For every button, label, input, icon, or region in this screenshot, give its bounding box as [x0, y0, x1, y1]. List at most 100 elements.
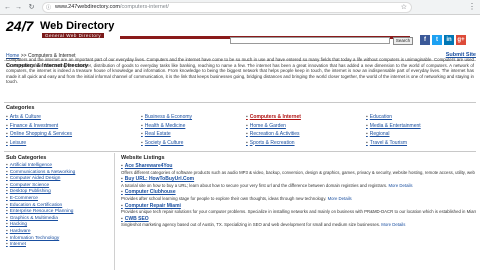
bullet-icon: ▪: [121, 176, 123, 183]
logo-247: 24/7: [6, 18, 34, 34]
listing-title-link[interactable]: ▪ CWB SEO: [121, 216, 476, 223]
address-bar[interactable]: ⓘ www.247webdirectory.com/computers-inte…: [42, 2, 412, 13]
category-link[interactable]: ▪ Health & Medicine: [141, 123, 185, 129]
subcategory-link[interactable]: ▪ E-Commerce: [6, 196, 116, 203]
facebook-icon[interactable]: f: [420, 35, 430, 45]
subcategories-title: Sub Categories: [6, 155, 47, 161]
subcategory-label: Artificial Intelligence: [9, 163, 53, 168]
subcategory-link[interactable]: ▪ Desktop Publishing: [6, 189, 116, 196]
listing-description: Provides unique tech repair solutions fo…: [121, 209, 476, 215]
category-label: Arts & Culture: [9, 114, 41, 120]
subcategory-link[interactable]: ▪ Artificial Intelligence: [6, 163, 116, 170]
category-link[interactable]: ▪ Computers & Internet: [246, 114, 301, 120]
category-link[interactable]: ▪ Arts & Culture: [6, 114, 41, 120]
category-link[interactable]: ▪ Recreation & Activities: [246, 131, 300, 137]
page-info-icon[interactable]: ⓘ: [46, 4, 51, 12]
listing-title-link[interactable]: ▪ Computer Clubhouse: [121, 189, 476, 196]
category-label: Online Shopping & Services: [9, 131, 73, 137]
google-plus-icon[interactable]: g+: [456, 35, 466, 45]
category-label: Leisure: [9, 139, 27, 146]
bullet-icon: ▪: [366, 122, 368, 129]
more-details-link[interactable]: More Details: [328, 196, 352, 201]
category-label: Computers & Internet: [249, 114, 301, 120]
category-label: Health & Medicine: [144, 122, 186, 129]
subcategory-link[interactable]: ▪ Hacking: [6, 222, 116, 229]
reload-icon[interactable]: ↻: [27, 3, 36, 12]
listing-item: ▪ CWB SEO Singleshot marketing agency base…: [121, 216, 476, 228]
listing-description-text: Provides after school learning stage for…: [121, 195, 327, 201]
subcategory-label: Internet: [9, 242, 26, 248]
category-link[interactable]: ▪ Society & Culture: [141, 140, 183, 146]
listing-description-text: A tutorial site on how to buy a URL; lea…: [121, 182, 388, 188]
subcategory-link[interactable]: ▪ Enterprise Resource Planning: [6, 209, 116, 216]
subcategory-link[interactable]: ▪ Internet: [6, 242, 116, 249]
more-details-link[interactable]: More Details: [388, 183, 412, 188]
listing-title: Buy URL: HowToBuyUrl.Com: [124, 176, 195, 183]
bullet-icon: ▪: [6, 222, 8, 228]
category-label: Finance & Investment: [9, 122, 59, 129]
search-button[interactable]: Search: [393, 37, 413, 45]
subcategory-link[interactable]: ▪ Computer Aided Design: [6, 176, 116, 183]
listing-item: ▪ Computer Repair Miami Provides unique te…: [121, 203, 476, 215]
bullet-icon: ▪: [246, 122, 248, 129]
category-link[interactable]: ▪ Finance & Investment: [6, 123, 58, 129]
category-label: Regional: [369, 131, 390, 137]
bullet-icon: ▪: [121, 202, 123, 209]
bullet-icon: ▪: [246, 131, 248, 137]
browser-menu-icon[interactable]: ⋮: [468, 2, 476, 11]
category-link[interactable]: ▪ Travel & Tourism: [366, 140, 407, 146]
category-link[interactable]: ▪ Online Shopping & Services: [6, 131, 72, 137]
category-link[interactable]: ▪ Education: [366, 114, 392, 120]
category-link[interactable]: ▪ Leisure: [6, 140, 26, 146]
category-link[interactable]: ▪ Sports & Recreation: [246, 140, 295, 146]
subcategory-link[interactable]: ▪ Hardware: [6, 229, 116, 236]
subcategory-label: Hacking: [9, 222, 28, 228]
bullet-icon: ▪: [6, 176, 8, 182]
bullet-icon: ▪: [246, 139, 248, 146]
category-link[interactable]: ▪ Business & Economy: [141, 114, 192, 120]
subcategory-label: E-Commerce: [9, 195, 38, 201]
category-link[interactable]: ▪ Home & Garden: [246, 123, 286, 129]
linkedin-icon[interactable]: in: [444, 35, 454, 45]
category-label: Society & Culture: [144, 139, 184, 146]
forward-icon[interactable]: →: [14, 3, 23, 12]
subcategory-label: Computer Science: [9, 182, 50, 188]
more-details-link[interactable]: More Details: [381, 222, 405, 227]
listing-item: ▪ Ace Shareware4You Offers different categ…: [121, 163, 476, 175]
bullet-icon: ▪: [6, 189, 8, 195]
listing-title-link[interactable]: ▪ Buy URL: HowToBuyUrl.Com: [121, 176, 476, 183]
category-link[interactable]: ▪ Regional: [366, 131, 390, 137]
url-host: www.247webdirectory.com: [55, 4, 121, 10]
back-icon[interactable]: ←: [3, 3, 12, 12]
bullet-icon: ▪: [6, 182, 8, 188]
listing-title: Computer Repair Miami: [124, 202, 181, 209]
category-link[interactable]: ▪ Media & Entertainment: [366, 123, 421, 129]
bullet-icon: ▪: [366, 131, 368, 137]
twitter-icon[interactable]: t: [432, 35, 442, 45]
listing-title: Ace Shareware4You: [124, 163, 173, 169]
category-label: Travel & Tourism: [369, 139, 408, 146]
subcategory-label: Hardware: [9, 228, 31, 234]
bullet-icon: ▪: [141, 139, 143, 146]
bullet-icon: ▪: [121, 189, 123, 196]
bullet-icon: ▪: [6, 235, 8, 241]
bullet-icon: ▪: [6, 163, 8, 168]
category-label: Education: [369, 114, 393, 120]
subcategory-label: Enterprise Resource Planning: [9, 209, 74, 215]
listing-title-link[interactable]: ▪ Ace Shareware4You: [121, 163, 476, 170]
bullet-icon: ▪: [6, 131, 8, 137]
bullet-icon: ▪: [121, 163, 123, 169]
listing-title: CWB SEO: [124, 215, 149, 222]
search-input[interactable]: [230, 37, 390, 44]
bullet-icon: ▪: [121, 215, 123, 222]
subcategory-label: Desktop Publishing: [9, 189, 51, 195]
subcategory-label: Computer Aided Design: [9, 176, 61, 182]
listing-description: Singleshot marketing agency based out of…: [121, 222, 476, 228]
bullet-icon: ▪: [6, 215, 8, 221]
bookmark-star-icon[interactable]: ☆: [401, 3, 407, 12]
intro-text: Computers and the internet are an import…: [6, 57, 474, 85]
category-label: Recreation & Activities: [249, 131, 300, 137]
category-link[interactable]: ▪ Real Estate: [141, 131, 171, 137]
category-label: Business & Economy: [144, 114, 193, 120]
listing-title-link[interactable]: ▪ Computer Repair Miami: [121, 203, 476, 210]
